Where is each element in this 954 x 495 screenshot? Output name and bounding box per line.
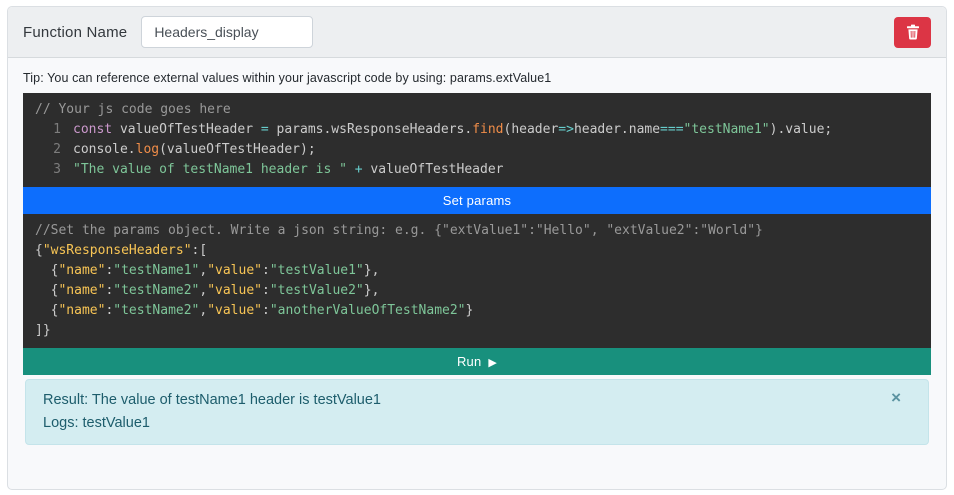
logs-line: Logs: testValue1 <box>43 412 880 435</box>
code-line: 3"The value of testName1 header is " + v… <box>35 160 919 180</box>
function-name-label: Function Name <box>23 24 127 41</box>
code-line: {"wsResponseHeaders":[ <box>35 241 919 261</box>
code-line: 1const valueOfTestHeader = params.wsResp… <box>35 120 919 140</box>
js-editor-placeholder-comment: // Your js code goes here <box>35 100 919 120</box>
params-editor-lines: {"wsResponseHeaders":[ {"name":"testName… <box>35 241 919 341</box>
line-number: 1 <box>35 120 61 140</box>
code-line: ]} <box>35 321 919 341</box>
card-header: Function Name <box>8 7 946 58</box>
set-params-button[interactable]: Set params <box>23 187 931 214</box>
delete-function-button[interactable] <box>894 17 931 48</box>
params-json-editor[interactable]: //Set the params object. Write a json st… <box>23 214 931 348</box>
code-line: {"name":"testName2","value":"testValue2"… <box>35 281 919 301</box>
function-name-input[interactable] <box>141 16 313 48</box>
close-icon[interactable]: × <box>891 389 901 406</box>
card-body: Tip: You can reference external values w… <box>8 58 946 445</box>
run-button-label: Run <box>457 354 481 369</box>
result-line: Result: The value of testName1 header is… <box>43 389 880 412</box>
code-line: {"name":"testName1","value":"testValue1"… <box>35 261 919 281</box>
code-line: 2console.log(valueOfTestHeader); <box>35 140 919 160</box>
play-icon: ▶ <box>488 357 497 369</box>
run-button[interactable]: Run ▶ <box>23 348 931 375</box>
code-line: {"name":"testName2","value":"anotherValu… <box>35 301 919 321</box>
tip-text: Tip: You can reference external values w… <box>23 71 931 85</box>
line-number: 3 <box>35 160 61 180</box>
function-editor-card: Function Name Tip: You can reference ext… <box>7 6 947 490</box>
js-code-editor[interactable]: // Your js code goes here 1const valueOf… <box>23 93 931 187</box>
js-editor-lines: 1const valueOfTestHeader = params.wsResp… <box>35 120 919 180</box>
result-panel: Result: The value of testName1 header is… <box>25 379 929 445</box>
line-number: 2 <box>35 140 61 160</box>
params-editor-placeholder-comment: //Set the params object. Write a json st… <box>35 221 919 241</box>
trash-icon <box>906 24 920 40</box>
